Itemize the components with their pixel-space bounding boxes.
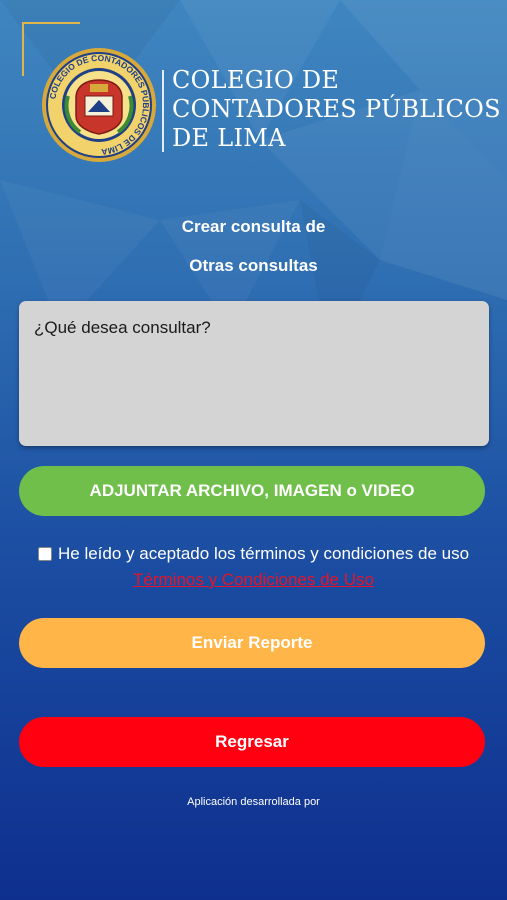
- terms-row: He leído y aceptado los términos y condi…: [38, 544, 469, 564]
- attach-file-button[interactable]: ADJUNTAR ARCHIVO, IMAGEN o VIDEO: [19, 466, 485, 516]
- college-seal-logo: COLEGIO DE CONTADORES PÚBLICOS DE LIMA: [42, 48, 156, 162]
- terms-label: He leído y aceptado los términos y condi…: [58, 544, 470, 563]
- brand-divider: [162, 70, 164, 152]
- brand-name: COLEGIO DE CONTADORES PÚBLICOS DE LIMA: [172, 66, 501, 153]
- brand-line-2: CONTADORES PÚBLICOS: [172, 95, 501, 123]
- brand-line-3: DE LIMA: [172, 124, 286, 152]
- back-button[interactable]: Regresar: [19, 717, 485, 767]
- send-report-button[interactable]: Enviar Reporte: [19, 618, 485, 668]
- query-field-container: [19, 301, 489, 446]
- terms-link[interactable]: Términos y Condiciones de Uso: [0, 570, 507, 590]
- brand-line-1: COLEGIO DE: [172, 66, 340, 94]
- form-category: Otras consultas: [189, 256, 318, 275]
- form-title: Crear consulta de: [181, 217, 326, 236]
- developer-credit: Aplicación desarrollada por: [187, 796, 320, 808]
- terms-checkbox[interactable]: [38, 547, 52, 561]
- query-input[interactable]: [19, 301, 489, 446]
